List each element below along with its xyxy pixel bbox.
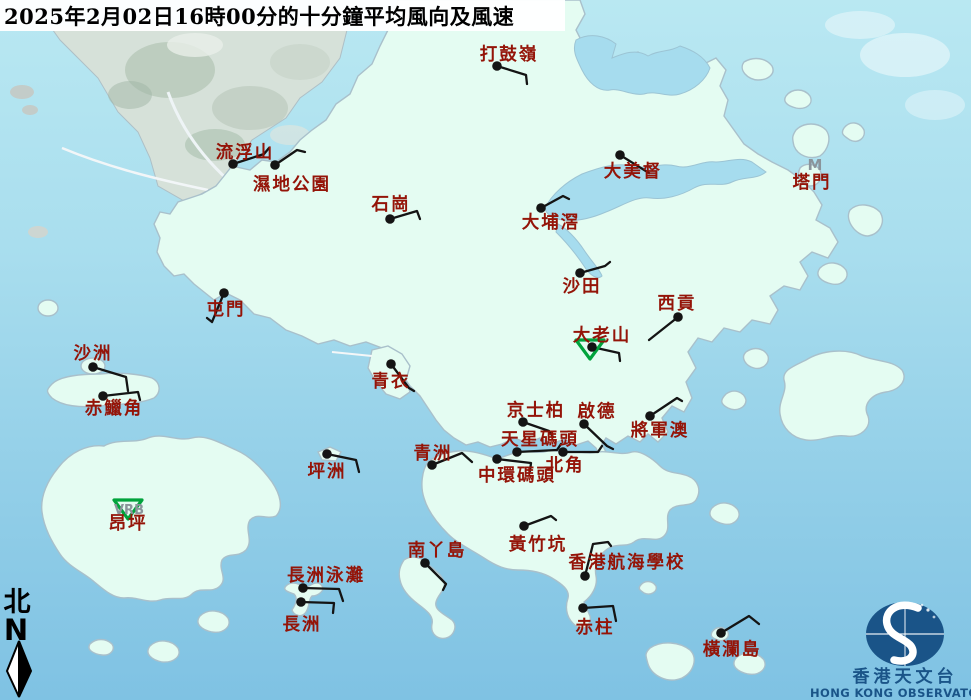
station-label: 屯門 — [207, 299, 246, 320]
station-tap-mun: M塔門 — [793, 156, 832, 193]
tap-mun-island — [791, 123, 830, 159]
station-label: 塔門 — [793, 172, 832, 193]
compass-needle-west — [5, 640, 20, 698]
station-dot — [219, 288, 229, 298]
station-label: 大埔滘 — [522, 212, 581, 233]
map-title: 2025年2月02日16時00分的十分鐘平均風向及風速 — [4, 3, 515, 29]
north-arrow: 北 N — [4, 587, 33, 698]
map: 打鼓嶺流浮山濕地公園石崗 大美督 M塔門大埔滘沙田屯門 西貢大老山沙洲赤鱲角 青衣京士柏… — [4, 0, 971, 700]
station-label: 將軍澳 — [631, 420, 690, 441]
station-label: 啟德 — [578, 401, 617, 422]
wind-barb — [719, 614, 761, 635]
starling-inlet — [573, 35, 711, 96]
station-ngong-ping: VRB昂坪 — [109, 498, 148, 534]
station-label: 大老山 — [573, 325, 632, 346]
station-label: 橫瀾島 — [703, 639, 762, 660]
station-dot — [492, 454, 502, 464]
compass-north-letter: N — [4, 613, 28, 647]
station-dot — [270, 160, 280, 170]
hko-logo: 香港天文台 HONG KONG OBSERVATORY — [810, 601, 971, 700]
station-peng-chau: 坪洲 — [308, 449, 361, 482]
station-label: 黃竹坑 — [508, 534, 568, 555]
station-label: 赤鱲角 — [85, 398, 144, 419]
station-dot — [386, 359, 396, 369]
sai-kung-east — [779, 350, 905, 442]
station-label: 打鼓嶺 — [480, 44, 539, 65]
station-label: 南丫島 — [408, 540, 467, 561]
lamma — [398, 556, 456, 640]
compass-needle-east — [18, 640, 33, 698]
station-label: 赤柱 — [576, 617, 615, 638]
station-label: 沙洲 — [74, 344, 113, 364]
station-label: 長洲泳灘 — [287, 565, 365, 586]
station-label: 流浮山 — [216, 142, 275, 163]
station-label: 昂坪 — [109, 514, 148, 534]
missing-data-marker: M — [808, 156, 823, 174]
station-dot — [296, 597, 306, 607]
station-label: 濕地公園 — [253, 174, 331, 195]
station-dot — [536, 203, 546, 213]
tsing-ma-bridge — [331, 351, 373, 357]
station-dot — [519, 521, 529, 531]
station-dot — [716, 628, 726, 638]
station-dot — [322, 449, 332, 459]
station-label: 大美督 — [604, 161, 663, 182]
station-dot — [615, 150, 625, 160]
lantau-island — [41, 435, 282, 602]
station-label: 青衣 — [372, 371, 411, 392]
station-dot — [578, 603, 588, 613]
hko-logo-name-cjk: 香港天文台 — [853, 666, 958, 687]
station-label: 青洲 — [414, 443, 453, 464]
station-dot — [385, 214, 395, 224]
station-waglan-island: 橫瀾島 — [703, 614, 762, 660]
station-label: 香港航海學校 — [569, 552, 686, 573]
station-stanley: 赤柱 — [576, 603, 618, 638]
station-label: 京士柏 — [507, 400, 566, 421]
station-label: 石崗 — [371, 194, 411, 215]
station-label: 西貢 — [658, 294, 697, 314]
station-cheung-chau: 長洲 — [283, 597, 336, 635]
station-label: 坪洲 — [308, 462, 347, 482]
hko-logo-name-en: HONG KONG OBSERVATORY — [810, 686, 971, 700]
station-label: 中環碼頭 — [478, 465, 556, 486]
wind-map-canvas: 打鼓嶺流浮山濕地公園石崗 大美督 M 塔門大埔滘沙田屯門 西貢大老山沙洲赤鱲角 青衣京士柏… — [0, 0, 971, 700]
cloud-haze — [825, 11, 965, 120]
station-label: 天星碼頭 — [501, 430, 579, 450]
station-label: 長洲 — [283, 615, 322, 635]
station-label: 沙田 — [563, 277, 602, 297]
title-bar: 2025年2月02日16時00分的十分鐘平均風向及風速 — [0, 0, 565, 31]
station-dot — [645, 411, 655, 421]
